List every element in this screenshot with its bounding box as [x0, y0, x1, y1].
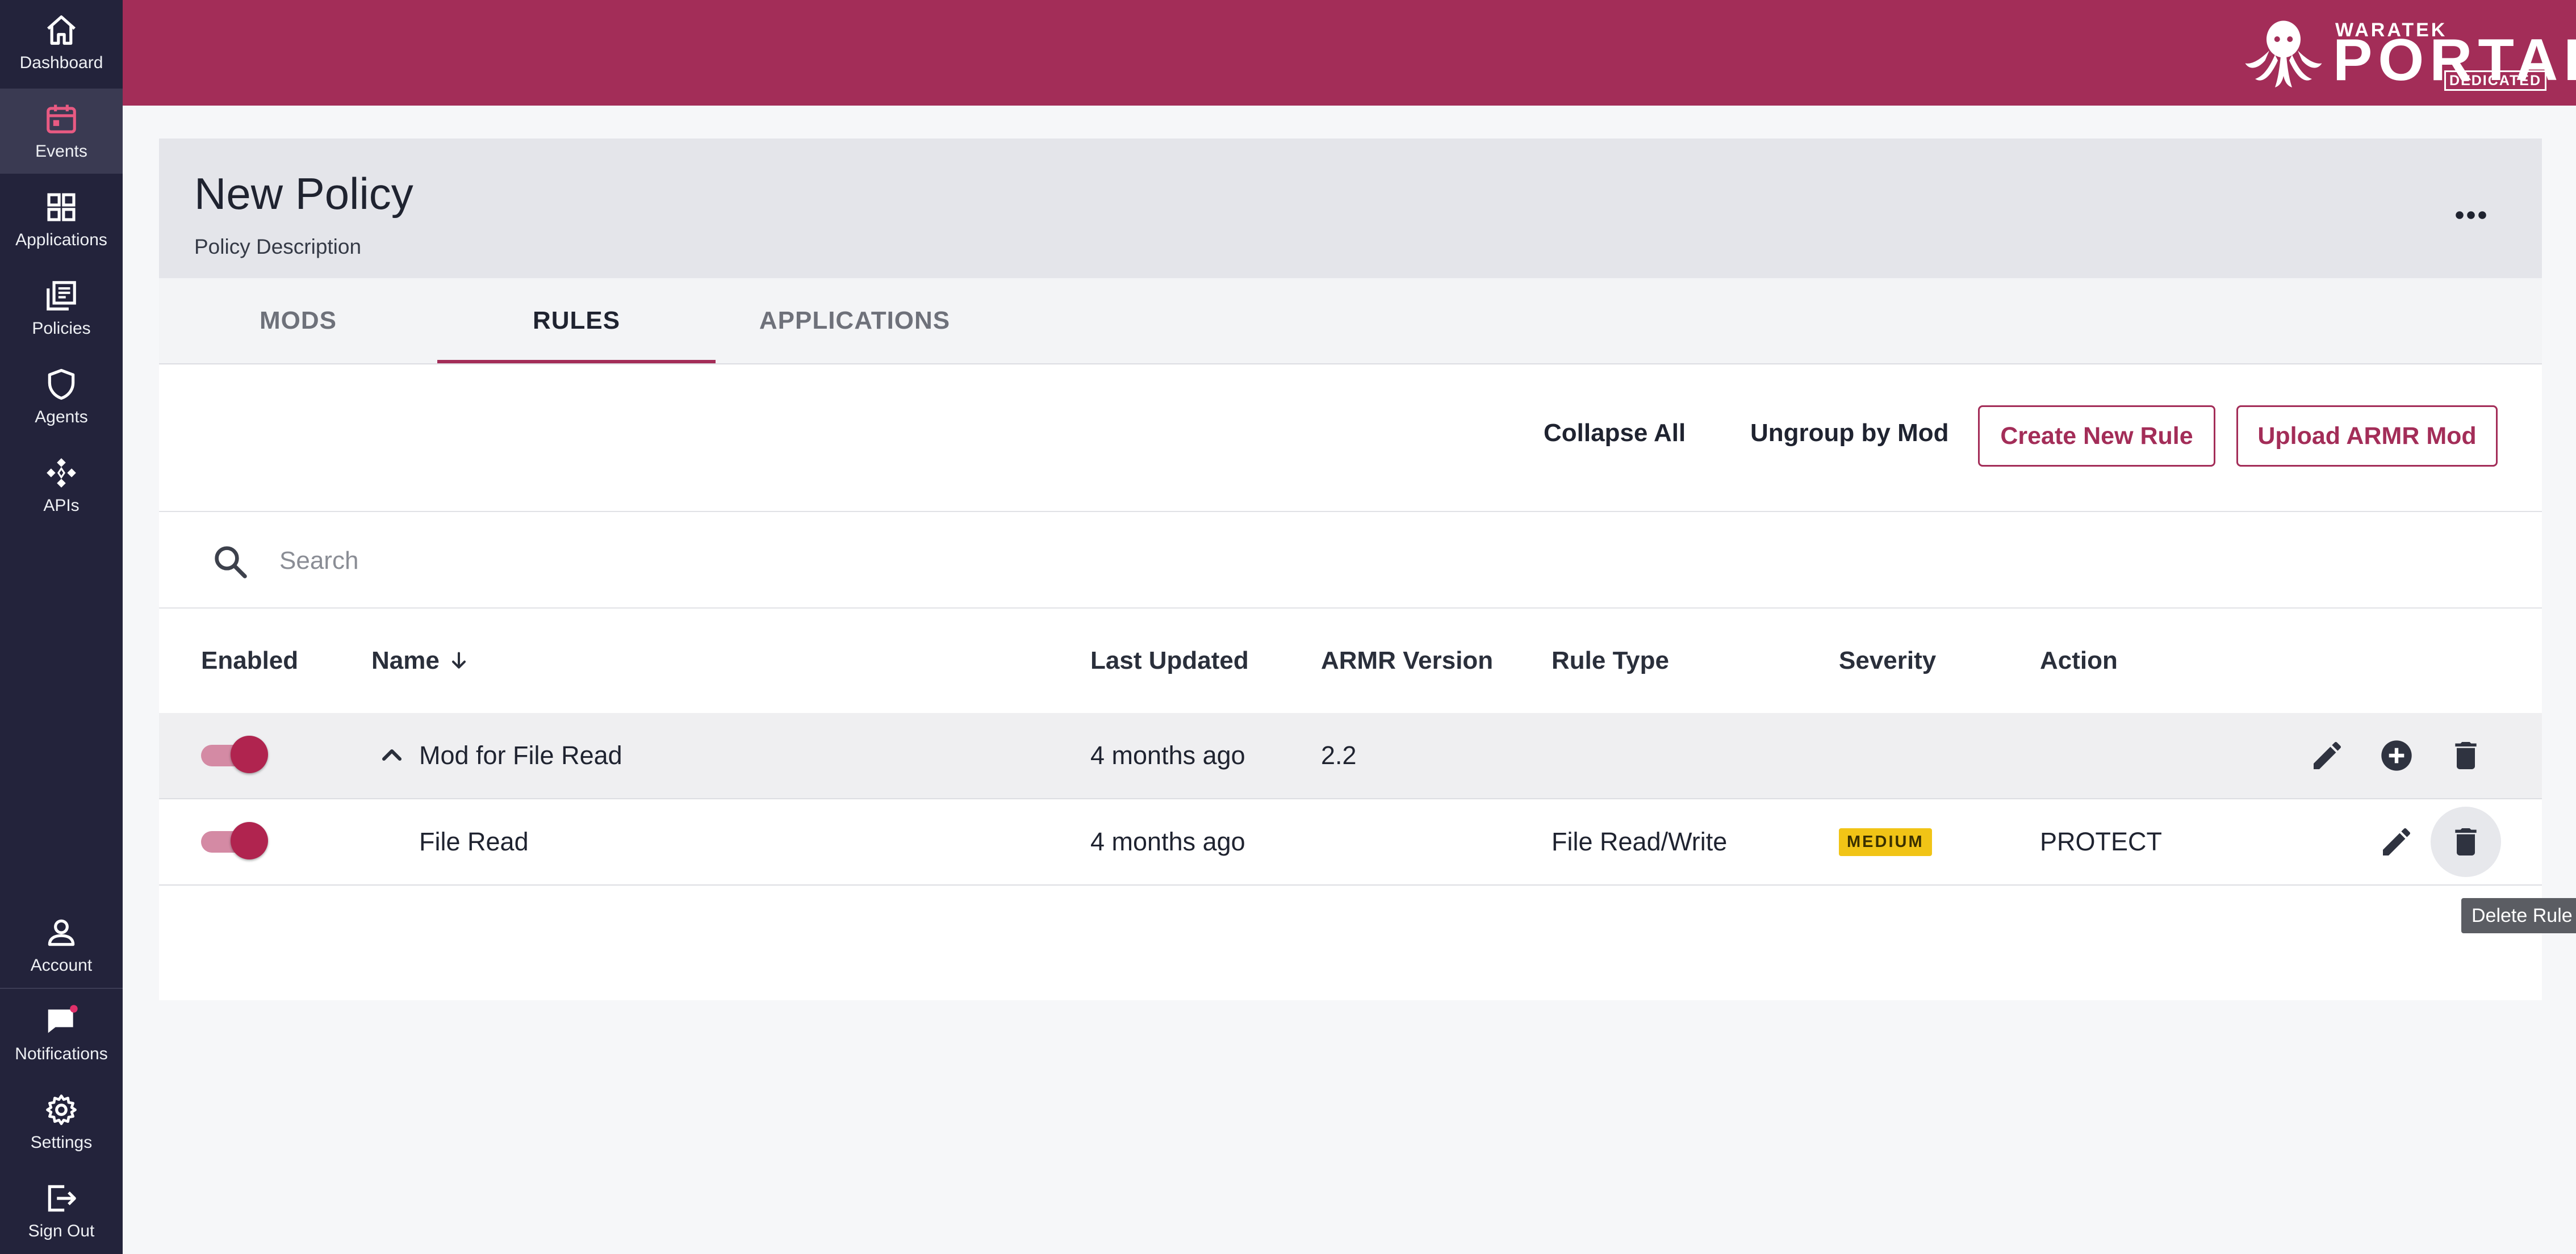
- sidebar-divider: [0, 988, 123, 989]
- sidebar-item-account[interactable]: Account: [0, 903, 123, 988]
- chat-icon: [48, 1005, 78, 1033]
- enabled-toggle[interactable]: [201, 736, 268, 775]
- delete-rule-tooltip: Delete Rule: [2461, 898, 2576, 933]
- sidebar-item-dashboard[interactable]: Dashboard: [0, 0, 123, 85]
- brand-wordmark: WARATEK PORTAL DEDICATED: [2333, 16, 2576, 91]
- toggle-thumb: [231, 822, 268, 859]
- severity-badge: MEDIUM: [1839, 828, 1932, 856]
- sidebar-item-applications[interactable]: Applications: [0, 177, 123, 262]
- sidebar-item-notifications[interactable]: Notifications: [0, 991, 123, 1076]
- tab-applications[interactable]: APPLICATIONS: [716, 278, 994, 363]
- row-name: Mod for File Read: [419, 741, 622, 770]
- create-new-rule-button[interactable]: Create New Rule: [1978, 405, 2215, 467]
- search-bar: [159, 512, 2542, 609]
- octopus-logo-icon: [2245, 20, 2322, 87]
- column-header-armr-version[interactable]: ARMR Version: [1321, 609, 1493, 713]
- column-header-enabled[interactable]: Enabled: [201, 609, 298, 713]
- sidebar-item-events[interactable]: Events: [0, 89, 123, 174]
- enabled-toggle[interactable]: [201, 822, 268, 862]
- column-header-name[interactable]: Name: [371, 609, 470, 713]
- person-icon: [48, 919, 75, 946]
- policy-header: New Policy Policy Description: [159, 139, 2542, 278]
- shield-icon: [48, 368, 75, 400]
- edit-rule-button[interactable]: [2369, 815, 2424, 869]
- row-name: File Read: [419, 827, 529, 856]
- delete-rule-button[interactable]: [2431, 807, 2501, 877]
- row-armr-version: 2.2: [1321, 741, 1357, 770]
- pencil-icon: [2314, 742, 2341, 769]
- sidebar-item-label: Applications: [15, 230, 107, 249]
- sidebar-item-label: Policies: [32, 319, 91, 338]
- sidebar-item-label: Account: [30, 956, 93, 975]
- api-icon: [47, 458, 76, 488]
- add-circle-icon: [2381, 740, 2412, 771]
- tab-rules[interactable]: RULES: [437, 278, 716, 363]
- sidebar-item-label: Notifications: [15, 1045, 108, 1063]
- sidebar-item-policies[interactable]: Policies: [0, 266, 123, 351]
- collapse-all-button[interactable]: Collapse All: [1544, 419, 1686, 447]
- policy-description: Policy Description: [194, 235, 362, 258]
- tab-mods[interactable]: MODS: [159, 278, 437, 363]
- table-header: Enabled Name Last Updated ARMR Version R…: [159, 609, 2542, 714]
- policy-tabs: MODS RULES APPLICATIONS: [159, 278, 2542, 364]
- sidebar-item-label: Sign Out: [28, 1222, 95, 1240]
- sidebar-item-label: Events: [35, 142, 87, 161]
- upload-armr-mod-button[interactable]: Upload ARMR Mod: [2236, 405, 2498, 467]
- column-header-last-updated[interactable]: Last Updated: [1090, 609, 1249, 713]
- trash-icon: [2455, 828, 2477, 855]
- trash-icon: [2455, 742, 2477, 769]
- column-header-action[interactable]: Action: [2040, 609, 2118, 713]
- sidebar-item-sign-out[interactable]: Sign Out: [0, 1168, 123, 1253]
- row-last-updated: 4 months ago: [1090, 741, 1245, 770]
- page-title: New Policy: [194, 169, 413, 219]
- more-horizontal-icon: [2456, 211, 2486, 219]
- pencil-icon: [2383, 828, 2410, 855]
- toggle-thumb: [231, 736, 268, 773]
- chevron-up-icon[interactable]: [376, 739, 408, 771]
- policies-icon: [47, 281, 76, 311]
- policy-card: New Policy Policy Description MODS RULES…: [159, 139, 2542, 1000]
- ungroup-by-mod-button[interactable]: Ungroup by Mod: [1750, 419, 1949, 447]
- gear-icon: [46, 1094, 77, 1125]
- grid-icon: [47, 193, 76, 221]
- sidebar-item-settings[interactable]: Settings: [0, 1080, 123, 1165]
- table-row[interactable]: Mod for File Read 4 months ago 2.2: [159, 713, 2542, 799]
- top-bar: WARATEK PORTAL DEDICATED: [123, 0, 2576, 106]
- brand-edition: DEDICATED: [2444, 70, 2546, 91]
- brand-logo[interactable]: WARATEK PORTAL DEDICATED: [2241, 14, 2576, 93]
- search-icon: [215, 546, 247, 578]
- home-icon: [47, 15, 76, 45]
- column-header-severity[interactable]: Severity: [1839, 609, 1936, 713]
- add-rule-button[interactable]: [2369, 728, 2424, 783]
- sidebar-item-agents[interactable]: Agents: [0, 354, 123, 439]
- delete-mod-button[interactable]: [2439, 728, 2493, 783]
- sign-out-icon: [48, 1185, 76, 1212]
- calendar-icon: [47, 104, 76, 133]
- table-row[interactable]: File Read 4 months ago File Read/Write M…: [159, 799, 2542, 886]
- sidebar-item-label: Settings: [30, 1133, 93, 1152]
- rules-toolbar: Collapse All Ungroup by Mod Create New R…: [159, 364, 2542, 512]
- edit-mod-button[interactable]: [2300, 728, 2355, 783]
- row-severity: MEDIUM: [1839, 799, 1932, 884]
- sidebar: Dashboard Events Applications Policies A…: [0, 0, 123, 1254]
- sidebar-item-label: Dashboard: [19, 53, 103, 72]
- row-last-updated: 4 months ago: [1090, 827, 1245, 856]
- arrow-down-icon: [451, 652, 466, 669]
- active-tab-indicator: [437, 360, 716, 363]
- sidebar-item-label: Agents: [35, 408, 88, 426]
- sidebar-item-label: APIs: [43, 496, 80, 515]
- sidebar-item-apis[interactable]: APIs: [0, 443, 123, 528]
- row-rule-type: File Read/Write: [1552, 827, 1728, 856]
- search-input[interactable]: [278, 536, 2439, 586]
- row-action: PROTECT: [2040, 827, 2163, 856]
- more-options-button[interactable]: [2445, 190, 2496, 241]
- column-header-label: Name: [371, 647, 440, 674]
- column-header-rule-type[interactable]: Rule Type: [1552, 609, 1669, 713]
